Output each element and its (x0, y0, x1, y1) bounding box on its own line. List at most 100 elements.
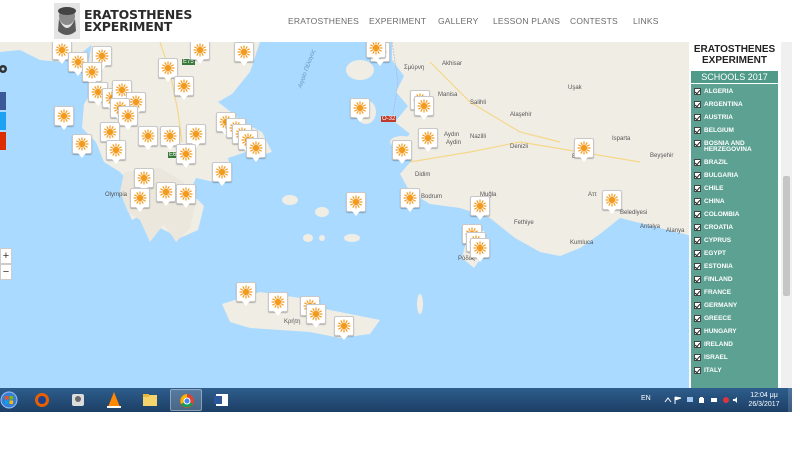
country-label: ALGERIA (704, 88, 734, 95)
vlc-icon[interactable] (98, 389, 130, 411)
site-logo[interactable]: ERATOSTHENES EXPERIMENT (54, 3, 192, 39)
country-label: CROATIA (704, 224, 734, 231)
schools-map[interactable]: Αιγαίο Πέλαγος Σμύρνη Akhisar Manisa Uşa… (0, 42, 780, 388)
school-marker[interactable] (470, 196, 490, 220)
school-marker[interactable] (346, 192, 366, 216)
battery-icon[interactable] (698, 396, 706, 404)
settings-gear-icon[interactable] (0, 62, 10, 76)
country-checkbox[interactable] (694, 315, 701, 322)
school-marker[interactable] (400, 188, 420, 212)
antivirus-icon[interactable] (722, 396, 730, 404)
sun-icon (55, 43, 69, 57)
school-marker[interactable] (392, 140, 412, 164)
school-marker[interactable] (212, 162, 232, 186)
school-marker[interactable] (470, 238, 490, 262)
windows-start-icon[interactable] (0, 388, 20, 412)
network-icon[interactable] (686, 396, 694, 404)
country-checkbox[interactable] (694, 263, 701, 270)
country-checkbox[interactable] (694, 88, 701, 95)
school-marker[interactable] (350, 98, 370, 122)
country-checkbox[interactable] (694, 289, 701, 296)
nav-links[interactable]: LINKS (633, 16, 659, 26)
nav-contests[interactable]: CONTESTS (570, 16, 618, 26)
country-checkbox[interactable] (694, 127, 701, 134)
school-marker[interactable] (574, 138, 594, 162)
google-plus-share-button[interactable] (0, 132, 6, 150)
firefox-icon[interactable] (26, 389, 58, 411)
city-label: Alanya (666, 228, 685, 234)
school-marker[interactable] (174, 76, 194, 100)
scrollbar-thumb[interactable] (783, 176, 790, 296)
country-checkbox[interactable] (694, 211, 701, 218)
sun-icon (353, 101, 367, 115)
word-icon[interactable] (206, 389, 238, 411)
country-checkbox[interactable] (694, 159, 701, 166)
country-checkbox[interactable] (694, 237, 701, 244)
schools-year-header: SCHOOLS 2017 (691, 71, 778, 83)
school-marker[interactable] (414, 96, 434, 120)
country-checkbox[interactable] (694, 172, 701, 179)
school-marker[interactable] (268, 292, 288, 316)
country-checkbox[interactable] (694, 114, 701, 121)
school-marker[interactable] (118, 106, 138, 130)
country-checkbox[interactable] (694, 224, 701, 231)
sun-icon (215, 165, 229, 179)
school-marker[interactable] (176, 184, 196, 208)
country-checkbox[interactable] (694, 341, 701, 348)
school-marker[interactable] (366, 42, 386, 62)
user-accounts-icon[interactable] (62, 389, 94, 411)
logo-text: ERATOSTHENES EXPERIMENT (84, 8, 192, 33)
twitter-share-button[interactable] (0, 112, 6, 130)
city-label: Bodrum (421, 194, 443, 200)
volume-icon[interactable] (732, 396, 740, 404)
city-label: Belediyesi (620, 210, 648, 216)
country-checkbox[interactable] (694, 198, 701, 205)
country-checkbox[interactable] (694, 185, 701, 192)
school-marker[interactable] (306, 304, 326, 328)
sun-icon (95, 49, 109, 63)
chrome-icon[interactable] (170, 389, 202, 411)
school-marker[interactable] (236, 282, 256, 306)
school-marker[interactable] (54, 106, 74, 130)
school-marker[interactable] (176, 144, 196, 168)
country-checkbox[interactable] (694, 250, 701, 257)
school-marker[interactable] (156, 182, 176, 206)
school-marker[interactable] (334, 316, 354, 340)
school-marker[interactable] (130, 188, 150, 212)
country-checkbox[interactable] (694, 101, 701, 108)
country-label: GERMANY (704, 302, 738, 309)
nav-eratosthenes[interactable]: ERATOSTHENES (288, 16, 359, 26)
sun-icon (161, 61, 175, 75)
country-checkbox[interactable] (694, 367, 701, 374)
country-checkbox[interactable] (694, 354, 701, 361)
arrow-up-icon[interactable] (664, 396, 672, 404)
school-marker[interactable] (246, 138, 266, 162)
school-marker[interactable] (190, 42, 210, 64)
school-marker[interactable] (234, 42, 254, 66)
facebook-share-button[interactable] (0, 92, 6, 110)
flag-icon[interactable] (674, 396, 682, 404)
file-explorer-icon[interactable] (134, 389, 166, 411)
show-desktop-button[interactable] (788, 388, 792, 412)
country-checkbox[interactable] (694, 140, 701, 147)
nav-experiment[interactable]: EXPERIMENT (369, 16, 426, 26)
sun-icon (103, 125, 117, 139)
school-marker[interactable] (418, 128, 438, 152)
country-checkbox[interactable] (694, 302, 701, 309)
page-scrollbar[interactable] (781, 42, 792, 388)
school-marker[interactable] (72, 134, 92, 158)
nav-lesson-plans[interactable]: LESSON PLANS (493, 16, 560, 26)
zoom-out-button[interactable]: − (0, 264, 12, 280)
city-label: Kumluca (570, 240, 594, 246)
zoom-in-button[interactable]: + (0, 248, 12, 264)
school-marker[interactable] (602, 190, 622, 214)
country-checkbox[interactable] (694, 276, 701, 283)
taskbar-clock[interactable]: 12:04 μμ 26/3/2017 (744, 391, 784, 409)
language-indicator[interactable]: EN (641, 395, 651, 402)
country-label: CHINA (704, 198, 725, 205)
country-checkbox[interactable] (694, 328, 701, 335)
school-marker[interactable] (138, 126, 158, 150)
notification-icon[interactable] (710, 396, 718, 404)
school-marker[interactable] (106, 140, 126, 164)
nav-gallery[interactable]: GALLERY (438, 16, 478, 26)
